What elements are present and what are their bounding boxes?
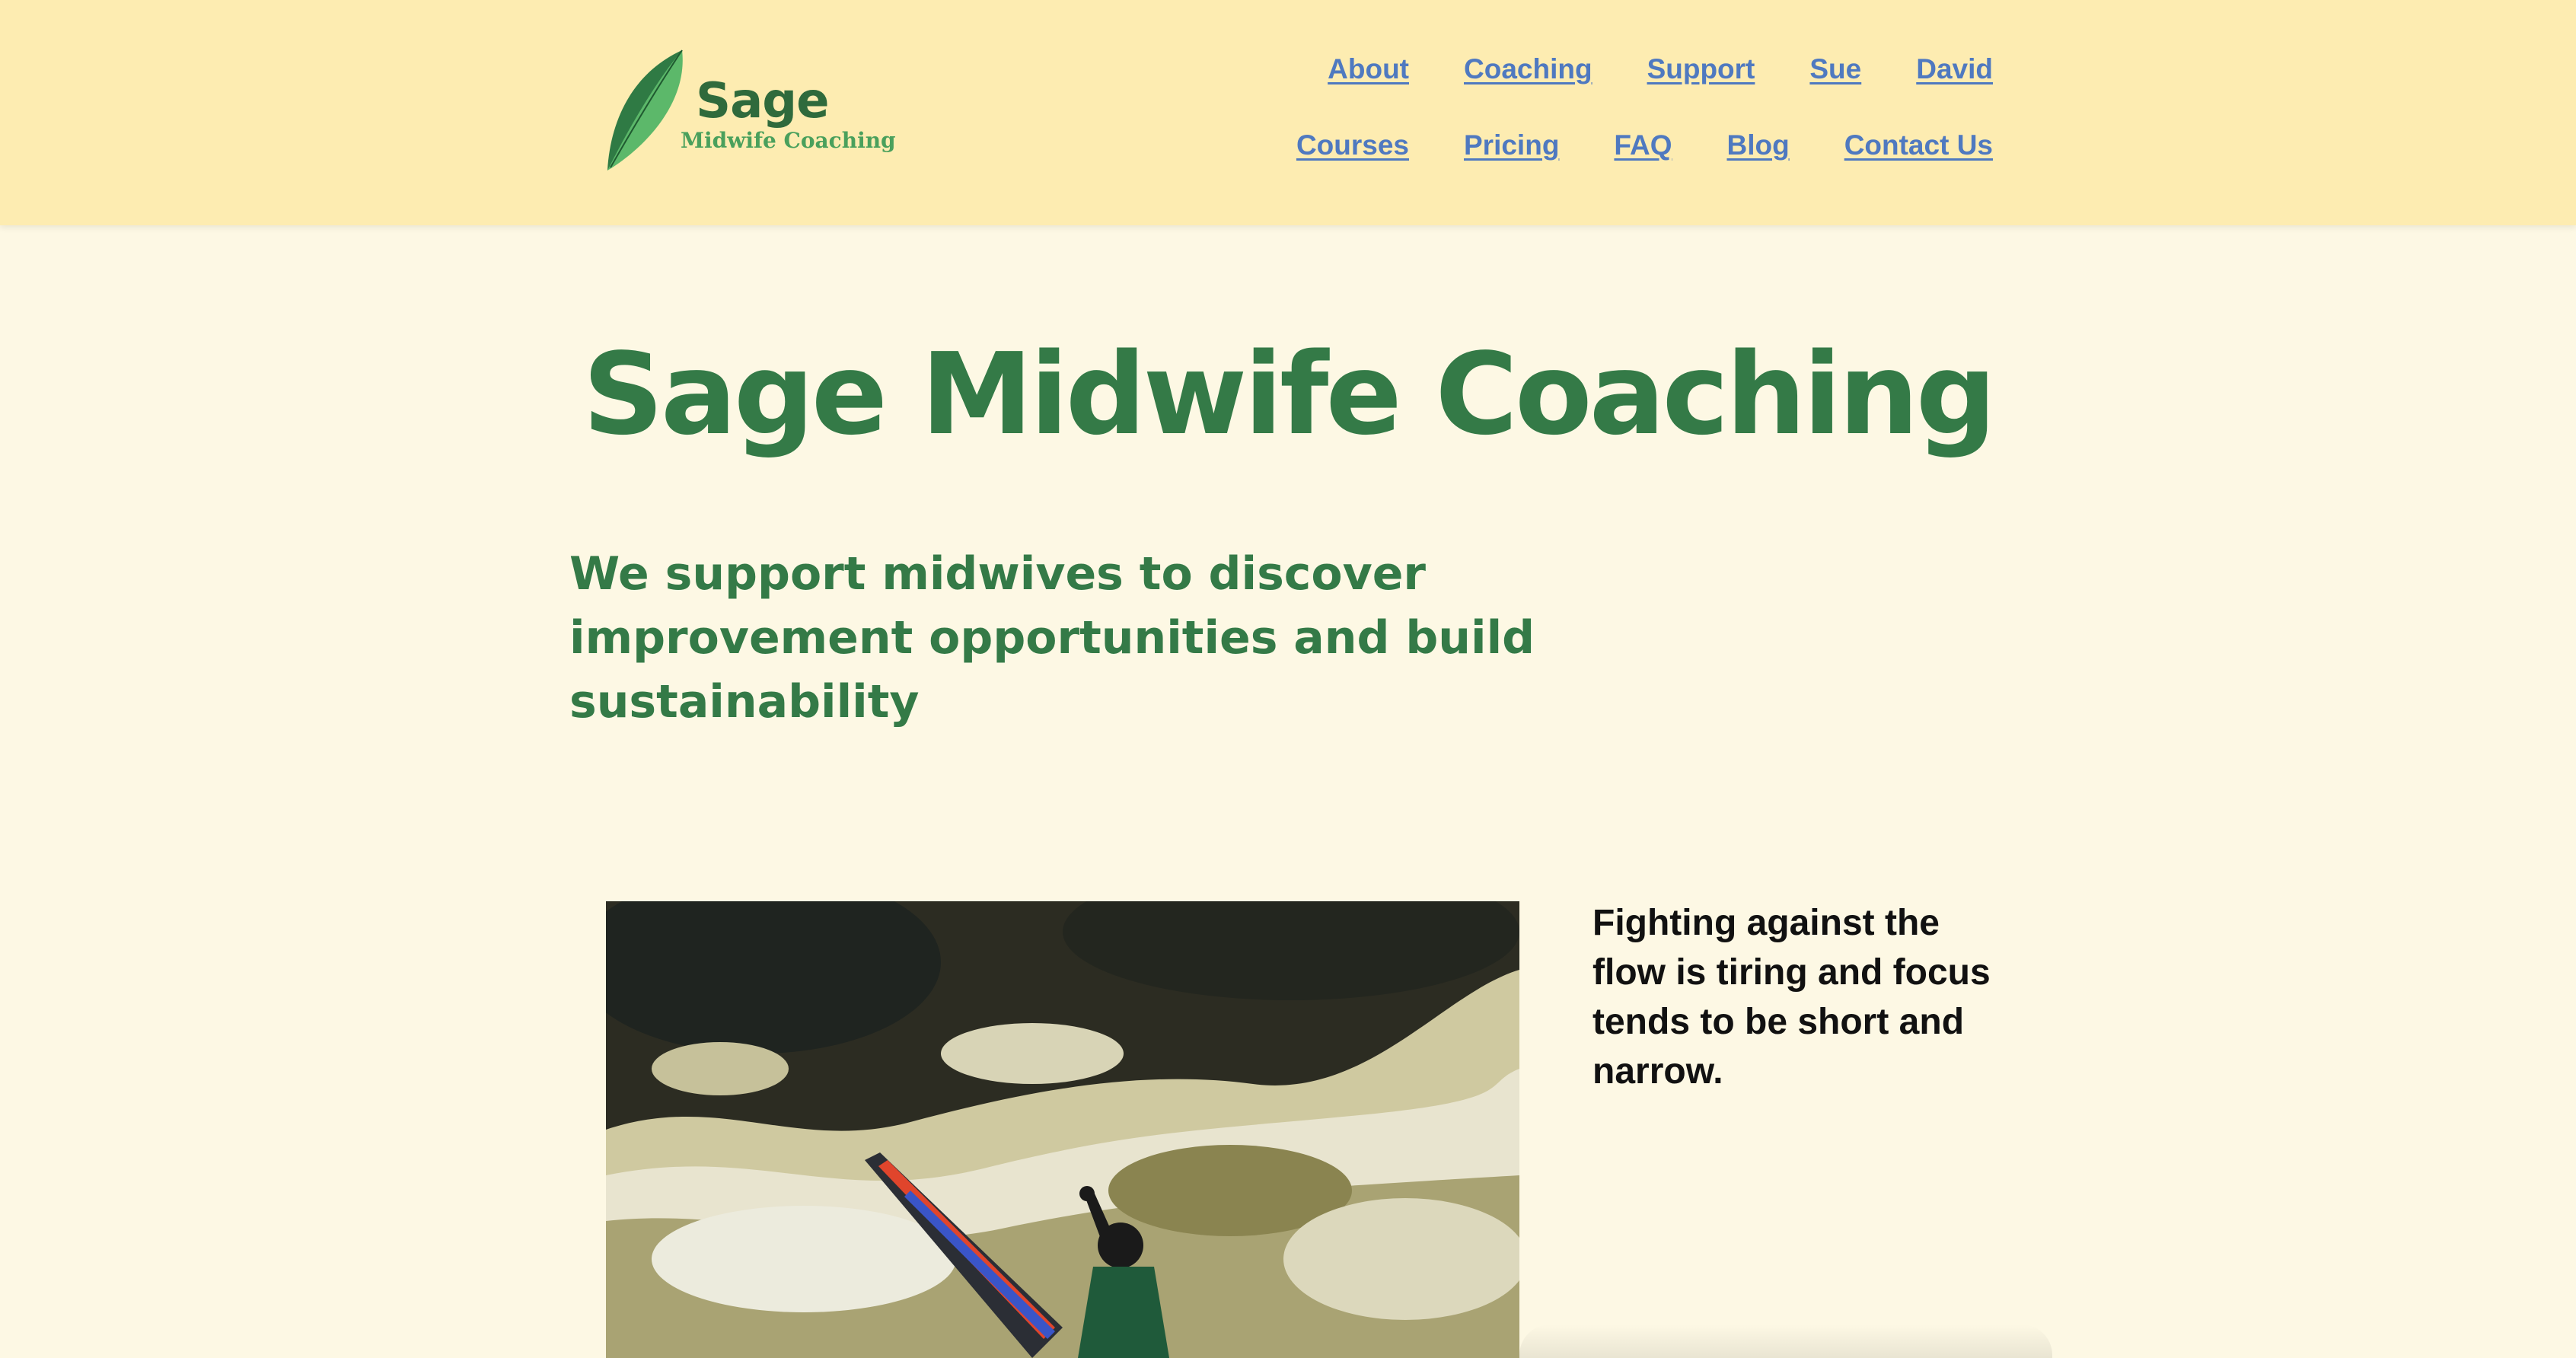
nav-link-support[interactable]: Support (1647, 53, 1755, 85)
logo-tagline: Midwife Coaching (681, 128, 896, 153)
nav-link-courses[interactable]: Courses (1296, 129, 1409, 161)
hero-subtitle: We support midwives to discover improvem… (569, 547, 1535, 728)
card-shadow (1519, 1325, 2052, 1358)
nav-link-blog[interactable]: Blog (1726, 129, 1789, 161)
nav-secondary: Courses Pricing FAQ Blog Contact Us (1242, 129, 1993, 161)
nav-link-faq[interactable]: FAQ (1614, 129, 1672, 161)
feature-caption: Fighting against the flow is tiring and … (1592, 903, 1991, 1092)
nav-primary: About Coaching Support Sue David (1273, 53, 1993, 85)
site-logo[interactable]: Sage Midwife Coaching (604, 49, 896, 178)
nav-link-coaching[interactable]: Coaching (1464, 53, 1592, 85)
kayak-photo (606, 901, 1519, 1358)
leaf-icon (607, 49, 683, 171)
page-title: Sage Midwife Coaching (582, 329, 1996, 460)
nav-link-david[interactable]: David (1916, 53, 1993, 85)
site-header: Sage Midwife Coaching About Coaching Sup… (0, 0, 2576, 225)
nav-link-sue[interactable]: Sue (1809, 53, 1861, 85)
logo-name: Sage (696, 73, 829, 129)
nav-link-about[interactable]: About (1328, 53, 1409, 85)
nav-link-pricing[interactable]: Pricing (1464, 129, 1559, 161)
nav-link-contact-us[interactable]: Contact Us (1844, 129, 1993, 161)
